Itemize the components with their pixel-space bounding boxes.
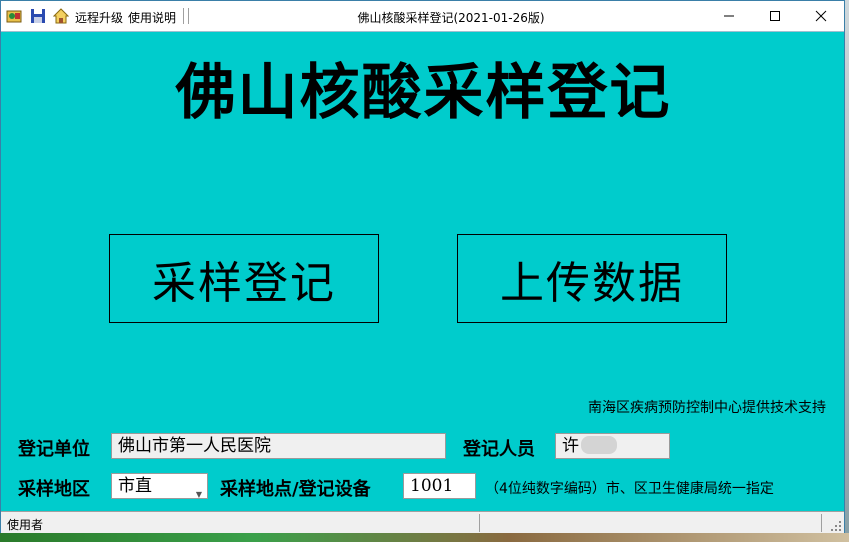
maximize-icon xyxy=(770,11,780,21)
person-value: 许 xyxy=(562,436,579,456)
status-separator xyxy=(821,514,822,532)
register-button[interactable]: 采样登记 xyxy=(109,234,379,323)
area-select[interactable]: 市直 ▼ xyxy=(111,473,208,499)
app-icon[interactable] xyxy=(6,8,22,24)
resize-grip-icon[interactable] xyxy=(830,520,842,532)
home-icon[interactable] xyxy=(52,8,70,24)
title-bar[interactable]: 远程升级 使用说明 佛山核酸采样登记(2021-01-26版) xyxy=(1,1,844,32)
redaction-blur xyxy=(581,436,617,454)
desktop-background-edge xyxy=(845,0,849,533)
person-label: 登记人员 xyxy=(463,439,535,460)
support-text: 南海区疾病预防控制中心提供技术支持 xyxy=(588,400,826,416)
upload-button[interactable]: 上传数据 xyxy=(457,234,727,323)
status-separator xyxy=(479,514,480,532)
menu-separator xyxy=(188,8,189,24)
unit-value: 佛山市第一人民医院 xyxy=(118,436,271,456)
window-title: 佛山核酸采样登记(2021-01-26版) xyxy=(357,11,545,25)
save-icon[interactable] xyxy=(30,8,46,24)
site-hint: （4位纯数字编码）市、区卫生健康局统一指定 xyxy=(485,481,774,497)
unit-label: 登记单位 xyxy=(18,439,90,460)
close-button[interactable] xyxy=(798,1,844,31)
status-bar: 使用者 xyxy=(1,511,844,534)
minimize-button[interactable] xyxy=(706,1,752,31)
desktop-background xyxy=(0,533,849,542)
person-field[interactable]: 许 xyxy=(555,433,670,459)
site-value: 1001 xyxy=(410,476,454,496)
maximize-button[interactable] xyxy=(752,1,798,31)
site-input[interactable]: 1001 xyxy=(403,473,476,499)
close-icon xyxy=(815,10,827,22)
status-text: 使用者 xyxy=(7,518,44,532)
menu-user-guide[interactable]: 使用说明 xyxy=(128,9,176,26)
menu-remote-upgrade[interactable]: 远程升级 xyxy=(75,9,123,26)
app-window: 远程升级 使用说明 佛山核酸采样登记(2021-01-26版) 佛山核酸采样登记… xyxy=(0,0,845,534)
area-label: 采样地区 xyxy=(18,479,90,500)
page-title: 佛山核酸采样登记 xyxy=(175,58,672,128)
area-value: 市直 xyxy=(118,476,152,496)
minimize-icon xyxy=(724,15,734,17)
unit-field[interactable]: 佛山市第一人民医院 xyxy=(111,433,446,459)
dropdown-arrow-icon: ▼ xyxy=(195,490,202,499)
site-label: 采样地点/登记设备 xyxy=(220,479,371,500)
menu-separator xyxy=(183,8,184,24)
